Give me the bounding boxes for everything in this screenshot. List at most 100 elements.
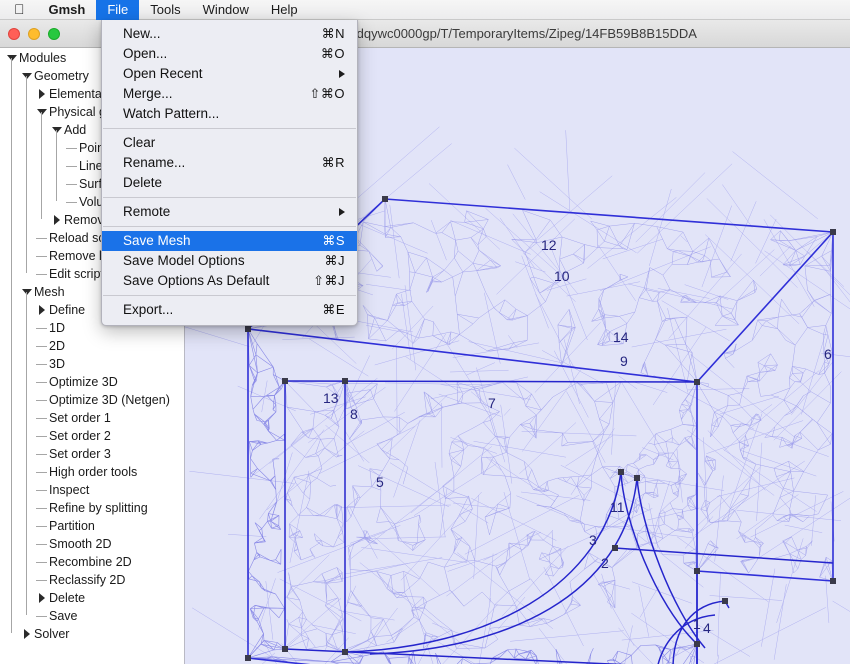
minimize-button[interactable] — [28, 28, 40, 40]
tree-leaf-marker — [36, 553, 49, 571]
zoom-button[interactable] — [48, 28, 60, 40]
menu-tools[interactable]: Tools — [139, 0, 191, 20]
tree-item-set-order-1[interactable]: Set order 1 — [0, 409, 184, 427]
tree-item-recombine-2d[interactable]: Recombine 2D — [0, 553, 184, 571]
tree-item-optimize-3d-netgen[interactable]: Optimize 3D (Netgen) — [0, 391, 184, 409]
menu-item-label: Export... — [123, 302, 174, 317]
chevron-down-icon[interactable] — [21, 283, 34, 301]
tree-item-refine-by-splitting[interactable]: Refine by splitting — [0, 499, 184, 517]
tree-leaf-marker — [66, 193, 79, 211]
apple-icon[interactable]:  — [0, 2, 38, 16]
tree-item-label: Modules — [19, 51, 67, 65]
menu-item-delete[interactable]: Delete — [102, 173, 357, 193]
tree-item-label: Save — [49, 609, 78, 623]
tree-item-label: Line — [79, 159, 103, 173]
menu-item-label: Clear — [123, 135, 156, 150]
tree-item-label: Partition — [49, 519, 95, 533]
chevron-right-icon[interactable] — [36, 589, 49, 607]
menu-item-export[interactable]: Export... ⌘E — [102, 300, 357, 320]
menu-help[interactable]: Help — [260, 0, 309, 20]
tree-guide-line — [56, 130, 57, 201]
menu-item-label: Open... — [123, 46, 168, 61]
tree-item-reclassify-2d[interactable]: Reclassify 2D — [0, 571, 184, 589]
menu-gmsh[interactable]: Gmsh — [38, 0, 97, 20]
tree-leaf-marker — [36, 319, 49, 337]
chevron-down-icon[interactable] — [21, 67, 34, 85]
tree-leaf-marker — [66, 139, 79, 157]
menu-item-merge[interactable]: Merge... ⇧⌘O — [102, 84, 357, 104]
tree-item-set-order-3[interactable]: Set order 3 — [0, 445, 184, 463]
menu-item-label: Rename... — [123, 155, 186, 170]
chevron-right-icon[interactable] — [36, 85, 49, 103]
chevron-right-icon[interactable] — [51, 211, 64, 229]
menu-item-watch-pattern[interactable]: Watch Pattern... — [102, 104, 357, 124]
menu-item-rename[interactable]: Rename... ⌘R — [102, 153, 357, 173]
tree-item-solver[interactable]: Solver — [0, 625, 184, 643]
tree-item-label: High order tools — [49, 465, 138, 479]
chevron-right-icon[interactable] — [21, 625, 34, 643]
chevron-down-icon[interactable] — [6, 49, 19, 67]
tree-item-optimize-3d[interactable]: Optimize 3D — [0, 373, 184, 391]
tree-item-save[interactable]: Save — [0, 607, 184, 625]
tree-item-delete[interactable]: Delete — [0, 589, 184, 607]
tree-item-label: Reclassify 2D — [49, 573, 126, 587]
tree-item-label: Delete — [49, 591, 86, 605]
menu-item-shortcut: ⌘J — [324, 253, 345, 268]
menu-item-label: Open Recent — [123, 66, 203, 81]
tree-item-partition[interactable]: Partition — [0, 517, 184, 535]
tree-item-label: Set order 2 — [49, 429, 111, 443]
tree-leaf-marker — [36, 337, 49, 355]
tree-leaf-marker — [36, 409, 49, 427]
tree-item-label: Smooth 2D — [49, 537, 112, 551]
tree-leaf-marker — [36, 607, 49, 625]
tree-leaf-marker — [36, 445, 49, 463]
tree-leaf-marker — [36, 373, 49, 391]
macos-menu-bar:  Gmsh File Tools Window Help — [0, 0, 850, 20]
tree-leaf-marker — [36, 355, 49, 373]
menu-separator — [103, 295, 356, 296]
tree-item-inspect[interactable]: Inspect — [0, 481, 184, 499]
menu-item-open[interactable]: Open... ⌘O — [102, 44, 357, 64]
chevron-right-icon[interactable] — [36, 301, 49, 319]
menu-item-save-model-options[interactable]: Save Model Options ⌘J — [102, 251, 357, 271]
tree-leaf-marker — [36, 247, 49, 265]
file-dropdown-menu[interactable]: New... ⌘N Open... ⌘O Open Recent Merge... ⇧⌘O W… — [101, 20, 358, 326]
menu-item-label: Merge... — [123, 86, 173, 101]
menu-item-clear[interactable]: Clear — [102, 133, 357, 153]
tree-guide-line — [26, 76, 27, 273]
menu-item-shortcut: ⌘R — [321, 155, 345, 170]
tree-guide-line — [11, 58, 12, 633]
menu-item-save-options-as-default[interactable]: Save Options As Default ⇧⌘J — [102, 271, 357, 291]
tree-leaf-marker — [66, 157, 79, 175]
menu-item-new[interactable]: New... ⌘N — [102, 24, 357, 44]
submenu-arrow-icon — [339, 70, 345, 78]
tree-leaf-marker — [36, 229, 49, 247]
tree-item-3d[interactable]: 3D — [0, 355, 184, 373]
tree-leaf-marker — [66, 175, 79, 193]
menu-item-remote[interactable]: Remote — [102, 202, 357, 222]
tree-item-set-order-2[interactable]: Set order 2 — [0, 427, 184, 445]
tree-guide-line — [41, 112, 42, 219]
menu-item-open-recent[interactable]: Open Recent — [102, 64, 357, 84]
menu-window[interactable]: Window — [192, 0, 260, 20]
tree-leaf-marker — [36, 517, 49, 535]
menu-item-shortcut: ⌘N — [321, 26, 345, 41]
window-controls — [8, 28, 60, 40]
tree-item-label: Optimize 3D (Netgen) — [49, 393, 170, 407]
menu-item-label: Save Options As Default — [123, 273, 270, 288]
menu-file[interactable]: File — [96, 0, 140, 20]
menu-item-label: Save Mesh — [123, 233, 191, 248]
chevron-down-icon[interactable] — [36, 103, 49, 121]
tree-item-label: Solver — [34, 627, 70, 641]
close-button[interactable] — [8, 28, 20, 40]
menu-separator — [103, 197, 356, 198]
menu-item-save-mesh[interactable]: Save Mesh ⌘S — [102, 231, 357, 251]
tree-item-2d[interactable]: 2D — [0, 337, 184, 355]
tree-item-smooth-2d[interactable]: Smooth 2D — [0, 535, 184, 553]
tree-leaf-marker — [36, 571, 49, 589]
menu-item-label: New... — [123, 26, 161, 41]
tree-item-high-order-tools[interactable]: High order tools — [0, 463, 184, 481]
tree-item-label: Set order 1 — [49, 411, 111, 425]
chevron-down-icon[interactable] — [51, 121, 64, 139]
tree-item-label: 1D — [49, 321, 65, 335]
